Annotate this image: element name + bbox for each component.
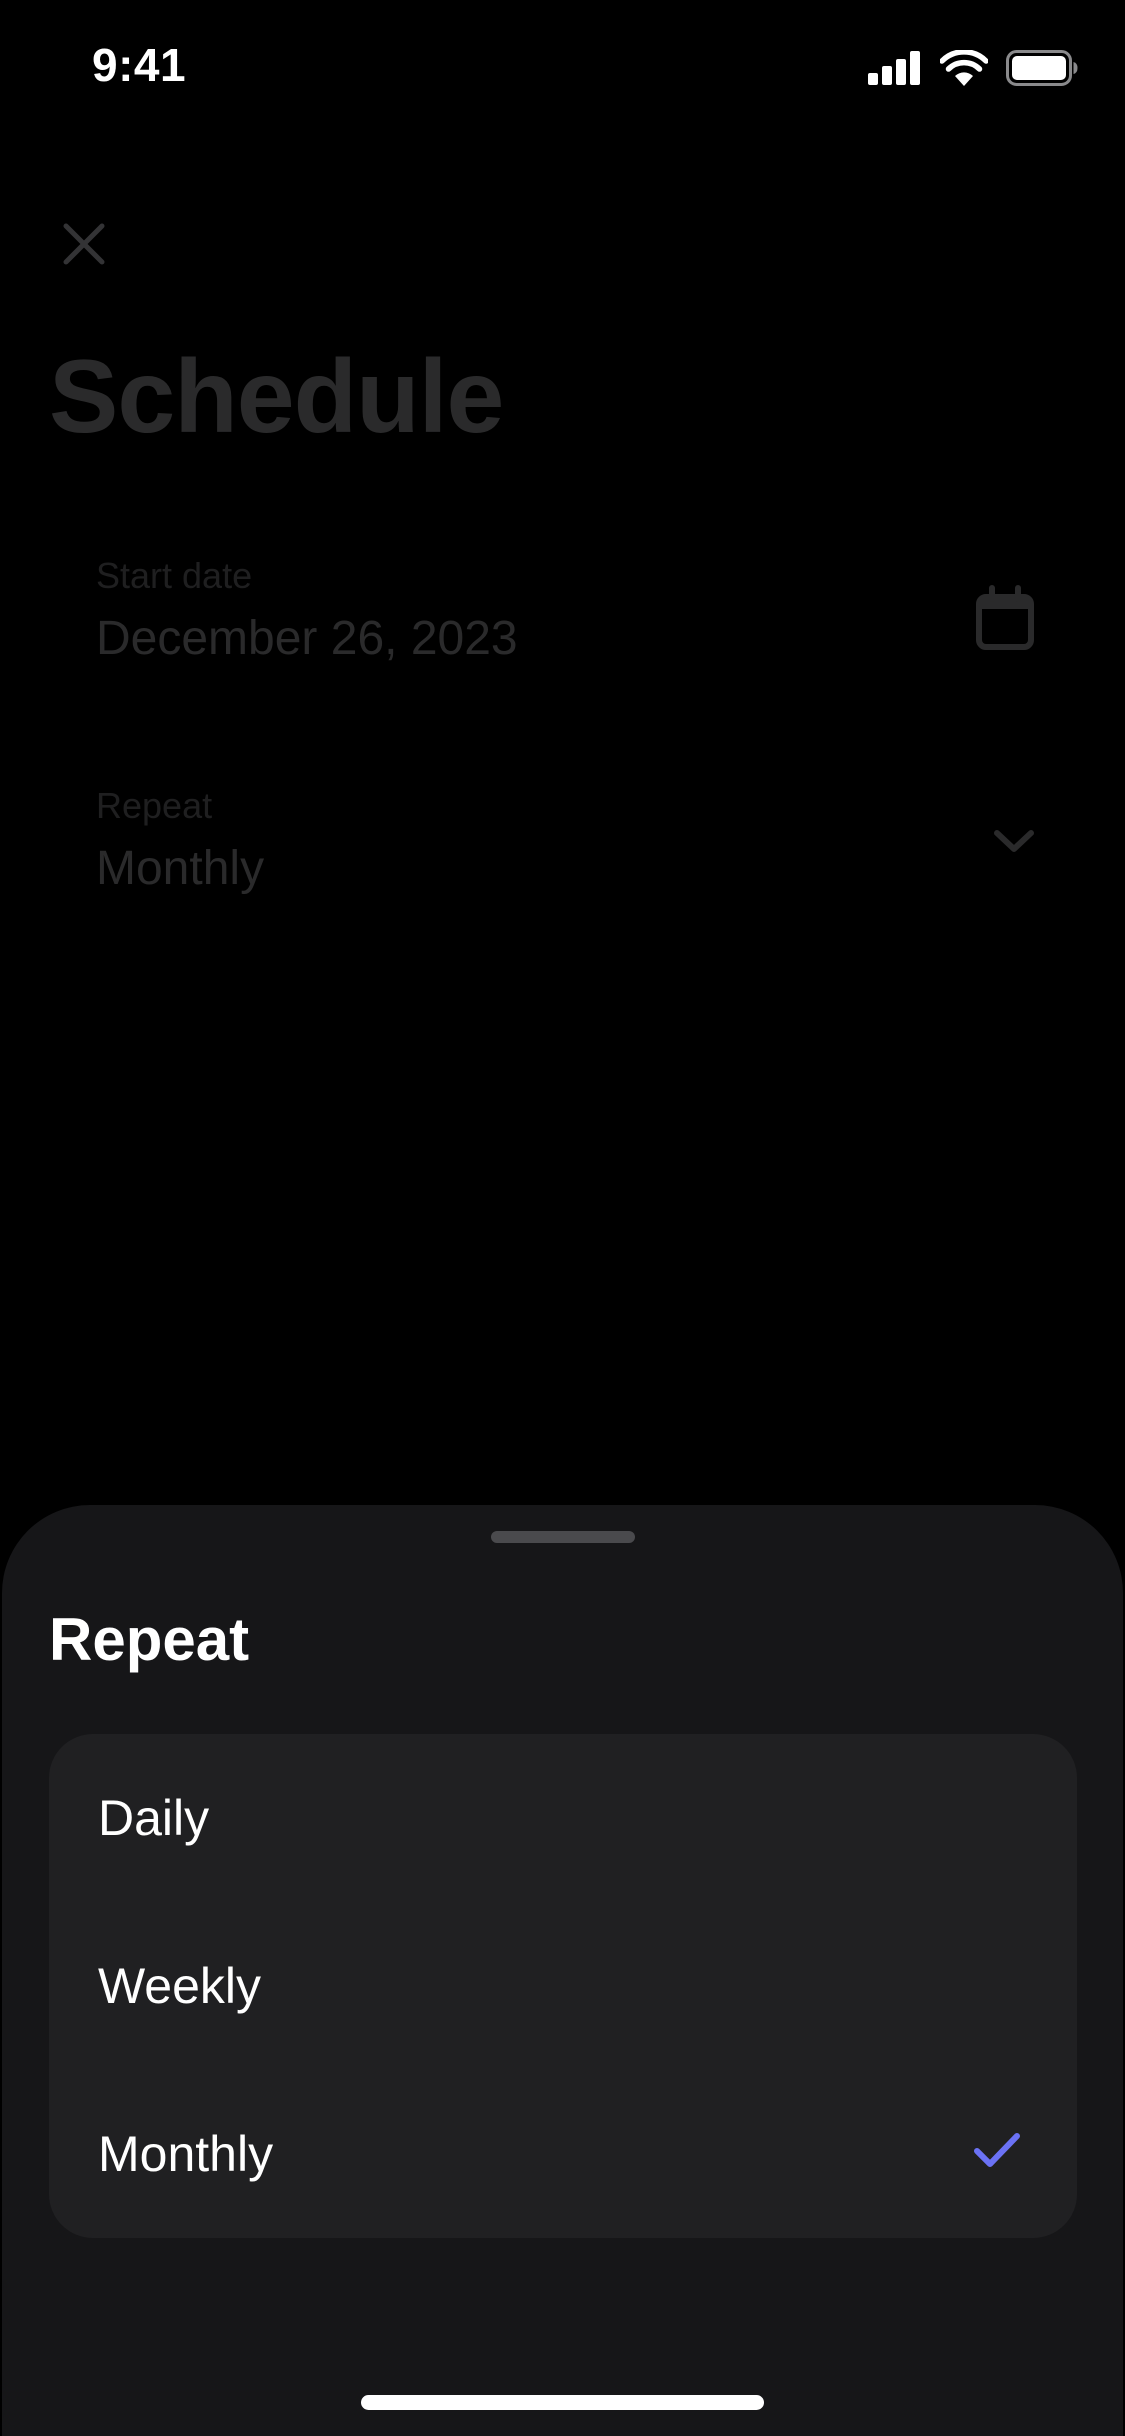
chevron-down-icon[interactable] — [992, 827, 1036, 855]
status-icons — [868, 50, 1078, 86]
battery-icon — [1006, 50, 1078, 86]
cellular-signal-icon — [868, 51, 920, 85]
option-label: Monthly — [98, 2126, 274, 2182]
schedule-screen: Schedule Start date December 26, 2023 Re… — [0, 0, 1125, 2436]
repeat-option-monthly[interactable]: Monthly — [49, 2070, 1077, 2238]
page-title: Schedule — [49, 339, 504, 455]
repeat-label: Repeat — [96, 785, 213, 826]
repeat-value: Monthly — [96, 842, 265, 895]
status-time: 9:41 — [92, 39, 187, 91]
sheet-grabber[interactable] — [491, 1531, 635, 1543]
start-date-value: December 26, 2023 — [96, 612, 518, 665]
repeat-options-list: Daily Weekly Monthly — [49, 1734, 1077, 2238]
option-label: Weekly — [98, 1958, 262, 2014]
checkmark-icon — [974, 2133, 1020, 2167]
close-button[interactable] — [56, 216, 112, 272]
repeat-option-daily[interactable]: Daily — [49, 1734, 1077, 1902]
close-icon — [63, 223, 105, 265]
start-date-label: Start date — [96, 555, 253, 596]
repeat-field[interactable]: Repeat Monthly — [96, 785, 1036, 896]
repeat-bottom-sheet: Repeat Daily Weekly Monthly — [2, 1505, 1123, 2436]
home-indicator[interactable] — [361, 2395, 764, 2410]
wifi-icon — [940, 50, 988, 86]
repeat-option-weekly[interactable]: Weekly — [49, 1902, 1077, 2070]
calendar-icon[interactable] — [974, 585, 1036, 651]
start-date-field[interactable]: Start date December 26, 2023 — [96, 555, 1036, 666]
status-bar: 9:41 — [0, 0, 1125, 140]
option-label: Daily — [98, 1790, 210, 1846]
sheet-title: Repeat — [49, 1606, 250, 1673]
